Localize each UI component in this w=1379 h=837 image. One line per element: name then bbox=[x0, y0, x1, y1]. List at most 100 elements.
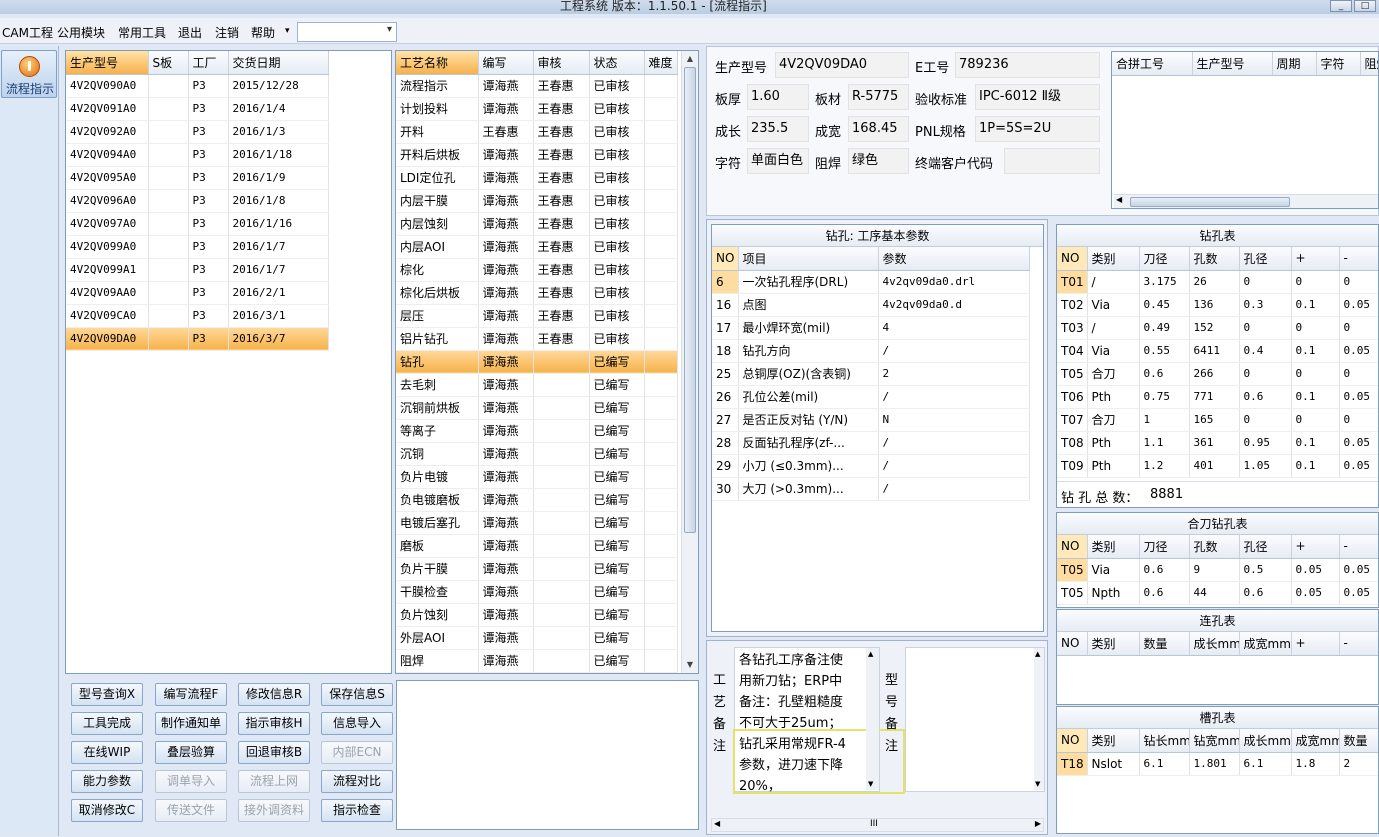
column-header[interactable]: + bbox=[1291, 247, 1340, 271]
action-button[interactable]: 信息导入 bbox=[321, 712, 393, 735]
table-row[interactable]: 沉铜前烘板 谭海燕 已编写 bbox=[396, 396, 678, 420]
column-header[interactable]: 类别 bbox=[1087, 247, 1140, 271]
mask-field[interactable]: 绿色 bbox=[848, 148, 909, 174]
pnl-field[interactable]: 1P=5S=2U bbox=[975, 116, 1100, 142]
table-row[interactable]: 棕化后烘板 谭海燕 王春惠 已审核 bbox=[396, 281, 678, 305]
action-button[interactable]: 内部ECN bbox=[321, 741, 393, 764]
table-row[interactable]: 流程指示 谭海燕 王春惠 已审核 bbox=[396, 74, 678, 98]
action-button[interactable]: 编写流程F bbox=[155, 683, 227, 706]
table-row[interactable]: 负片蚀刻 谭海燕 已编写 bbox=[396, 603, 678, 627]
table-row[interactable]: T01/3.175 26 0 0 0 bbox=[1057, 270, 1378, 294]
action-button[interactable]: 修改信息R bbox=[238, 683, 310, 706]
table-row[interactable]: 25 总铜厚(OZ)(含表铜) 2 bbox=[712, 362, 1030, 386]
table-row[interactable]: 干膜检查 谭海燕 已编写 bbox=[396, 580, 678, 604]
table-row[interactable]: T05 Npth 0.6 44 0.6 0.05 0.05 bbox=[1057, 581, 1378, 605]
column-header[interactable]: 难度 bbox=[644, 51, 678, 75]
table-row[interactable]: 30 大刀 (>0.3mm)... / bbox=[712, 477, 1030, 501]
table-row[interactable]: 开料 王春惠 王春惠 已审核 bbox=[396, 120, 678, 144]
column-header[interactable]: S板 bbox=[148, 51, 189, 75]
column-header[interactable]: 数量 bbox=[1139, 632, 1190, 656]
column-header[interactable]: 项目 bbox=[738, 247, 879, 271]
column-header[interactable]: 孔径 bbox=[1239, 535, 1292, 559]
menu-combo[interactable]: ▾ bbox=[297, 22, 397, 42]
char-field[interactable]: 单面白色 bbox=[747, 148, 809, 174]
table-row[interactable]: 开料后烘板 谭海燕 王春惠 已审核 bbox=[396, 143, 678, 167]
action-button[interactable]: 传送文件 bbox=[155, 799, 227, 822]
table-row[interactable]: 铝片钻孔 谭海燕 王春惠 已审核 bbox=[396, 327, 678, 351]
table-row[interactable]: 26 孔位公差(mil) / bbox=[712, 385, 1030, 409]
column-header[interactable]: 阻焊 bbox=[1360, 52, 1378, 76]
table-row[interactable]: 棕化 谭海燕 王春惠 已审核 bbox=[396, 258, 678, 282]
table-row[interactable]: 4V2QV090A0 P3 2015/12/28 bbox=[66, 74, 329, 98]
hscroll-thumb[interactable] bbox=[1130, 197, 1290, 207]
action-button[interactable]: 取消修改C bbox=[71, 799, 143, 822]
column-header[interactable]: 成长mm bbox=[1189, 632, 1240, 656]
column-header[interactable]: 刀径 bbox=[1139, 247, 1190, 271]
column-header[interactable]: 刀径 bbox=[1139, 535, 1190, 559]
table-row[interactable]: LDI定位孔 谭海燕 王春惠 已审核 bbox=[396, 166, 678, 190]
column-header[interactable]: 合拼工号 bbox=[1112, 52, 1193, 76]
menu-tools[interactable]: 常用工具 bbox=[118, 24, 166, 41]
column-header[interactable]: 字符 bbox=[1316, 52, 1361, 76]
table-row[interactable]: T07 合刀 1 165 0 0 0 bbox=[1057, 408, 1378, 432]
minimize-button[interactable]: _ bbox=[1330, 0, 1352, 12]
table-row[interactable]: 外层AOI 谭海燕 已编写 bbox=[396, 626, 678, 650]
action-button[interactable]: 型号查询X bbox=[71, 683, 143, 706]
material-field[interactable]: R-5775 bbox=[848, 84, 909, 110]
table-row[interactable]: T08 Pth 1.1 361 0.95 0.1 0.05 bbox=[1057, 431, 1378, 455]
table-row[interactable]: 4V2QV097A0 P3 2016/1/16 bbox=[66, 212, 329, 236]
scroll-thumb[interactable] bbox=[684, 67, 696, 533]
table-row[interactable]: 4V2QV09AA0 P3 2016/2/1 bbox=[66, 281, 329, 305]
flow-indicator-button[interactable]: 流程指示 bbox=[1, 50, 57, 98]
column-header[interactable]: NO bbox=[1057, 632, 1088, 656]
scroll-down-icon[interactable]: ▼ bbox=[1035, 780, 1040, 788]
table-row[interactable]: 电镀后塞孔 谭海燕 已编写 bbox=[396, 511, 678, 535]
menu-logout[interactable]: 注销 bbox=[215, 24, 239, 41]
scroll-left-icon[interactable]: ◀ bbox=[1116, 195, 1122, 204]
column-header[interactable]: 孔数 bbox=[1189, 247, 1240, 271]
table-row[interactable]: 18 钻孔方向 / bbox=[712, 339, 1030, 363]
action-button[interactable]: 能力参数 bbox=[71, 770, 143, 793]
column-header[interactable]: 钻宽mm bbox=[1189, 729, 1240, 753]
column-header[interactable]: - bbox=[1339, 632, 1378, 656]
column-header[interactable]: 孔径 bbox=[1239, 247, 1292, 271]
table-row[interactable]: 计划投料 谭海燕 王春惠 已审核 bbox=[396, 97, 678, 121]
menu-help[interactable]: 帮助 bbox=[251, 24, 275, 41]
table-row[interactable]: 28 反面钻孔程序(zf-... / bbox=[712, 431, 1030, 455]
action-button[interactable]: 制作通知单 bbox=[155, 712, 227, 735]
action-button[interactable]: 保存信息S bbox=[321, 683, 393, 706]
width-field[interactable]: 168.45 bbox=[848, 116, 909, 142]
table-row[interactable]: T05 合刀 0.6 266 0 0 0 bbox=[1057, 362, 1378, 386]
table-row[interactable]: 内层干膜 谭海燕 王春惠 已审核 bbox=[396, 189, 678, 213]
table-row[interactable]: 磨板 谭海燕 已编写 bbox=[396, 534, 678, 558]
action-button[interactable]: 工具完成 bbox=[71, 712, 143, 735]
table-row[interactable]: 29 小刀 (≤0.3mm)... / bbox=[712, 454, 1030, 478]
table-row[interactable]: 负电镀磨板 谭海燕 已编写 bbox=[396, 488, 678, 512]
model-note-box[interactable] bbox=[905, 647, 1045, 792]
thickness-field[interactable]: 1.60 bbox=[747, 84, 809, 110]
column-header[interactable]: 周期 bbox=[1272, 52, 1317, 76]
column-header[interactable]: NO bbox=[1057, 247, 1088, 271]
table-row[interactable]: T09 Pth 1.2 401 1.05 0.1 0.05 bbox=[1057, 454, 1378, 478]
table-row[interactable]: 4V2QV09DA0 P3 2016/3/7 bbox=[66, 327, 329, 351]
table-row[interactable]: T06 Pth 0.75 771 0.6 0.1 0.05 bbox=[1057, 385, 1378, 409]
scroll-down-icon[interactable]: ▼ bbox=[868, 780, 873, 788]
table-row[interactable]: 4V2QV094A0 P3 2016/1/18 bbox=[66, 143, 329, 167]
process-scrollbar[interactable]: ▲ ▼ bbox=[681, 51, 698, 673]
column-header[interactable]: 审核 bbox=[533, 51, 590, 75]
column-header[interactable]: 生产型号 bbox=[1192, 52, 1273, 76]
maximize-button[interactable]: □ bbox=[1354, 0, 1376, 12]
column-header[interactable]: - bbox=[1339, 535, 1378, 559]
table-row[interactable]: 4V2QV095A0 P3 2016/1/9 bbox=[66, 166, 329, 190]
table-row[interactable]: 层压 谭海燕 王春惠 已审核 bbox=[396, 304, 678, 328]
standard-field[interactable]: IPC-6012 Ⅱ级 bbox=[975, 84, 1100, 110]
menu-cam[interactable]: CAM工程 bbox=[2, 24, 53, 41]
table-row[interactable]: 4V2QV099A1 P3 2016/1/7 bbox=[66, 258, 329, 282]
action-button[interactable]: 叠层验算 bbox=[155, 741, 227, 764]
table-row[interactable]: 阻焊 谭海燕 已编写 bbox=[396, 649, 678, 673]
action-button[interactable]: 接外调资料 bbox=[238, 799, 310, 822]
table-row[interactable]: 4V2QV099A0 P3 2016/1/7 bbox=[66, 235, 329, 259]
scroll-down-icon[interactable]: ▼ bbox=[684, 659, 696, 671]
column-header[interactable]: 数量 bbox=[1339, 729, 1378, 753]
column-header[interactable]: 类别 bbox=[1087, 632, 1140, 656]
